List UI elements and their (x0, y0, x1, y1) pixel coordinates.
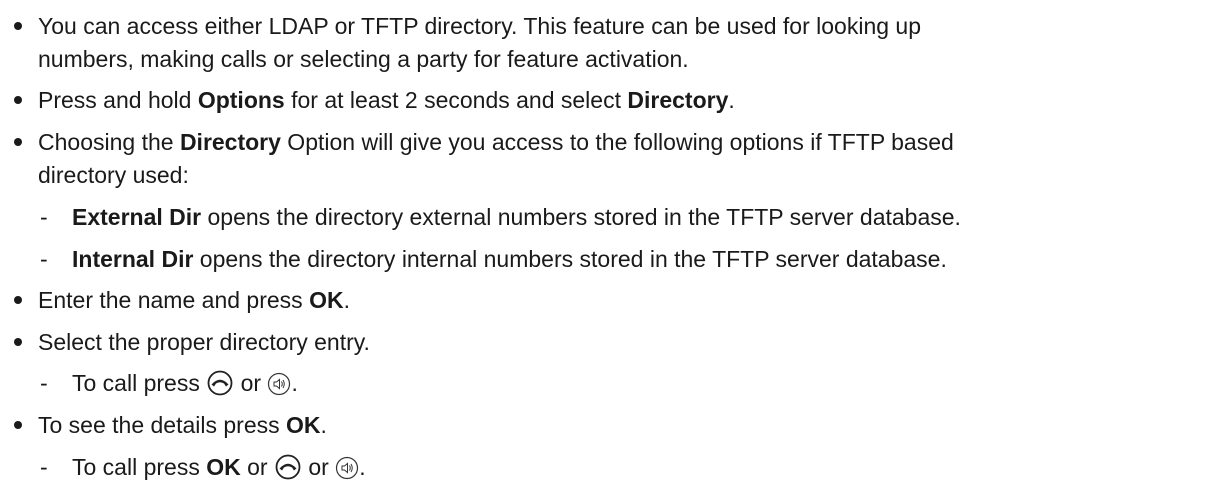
item-6-text: To see the details press (38, 412, 287, 438)
ok-key-label: OK (309, 287, 344, 313)
external-dir-text: opens the directory external numbers sto… (201, 204, 961, 230)
sub-item-call-ok: To call press OK or or . (72, 453, 366, 486)
ok-key-label: OK (206, 454, 241, 480)
or-text: or (240, 454, 274, 480)
item-5-line: Select the proper directory entry. (38, 328, 370, 356)
item-2-period: . (728, 87, 735, 113)
sub-period: . (359, 454, 366, 480)
item-3-line-2: directory used: (38, 161, 189, 189)
item-4-text: Enter the name and press (38, 287, 310, 313)
external-dir-label: External Dir (72, 204, 202, 230)
ok-key-label: OK (286, 412, 321, 438)
handset-offhook-icon (274, 454, 302, 486)
bullet (14, 138, 22, 146)
item-2-text-mid: for at least 2 seconds and select (284, 87, 628, 113)
bullet (14, 296, 22, 304)
item-1-line-2: numbers, making calls or selecting a par… (38, 45, 689, 73)
sub-item-internal-dir: Internal Dir opens the directory interna… (72, 245, 947, 273)
item-3-text-cont: Option will give you access to the follo… (280, 129, 954, 155)
bullet (14, 96, 22, 104)
item-5-text: Select the proper directory entry. (38, 329, 370, 355)
sub-item-external-dir: External Dir opens the directory externa… (72, 203, 961, 231)
item-4-line: Enter the name and press OK. (38, 286, 350, 314)
item-6-line: To see the details press OK. (38, 411, 327, 439)
item-6-period: . (320, 412, 327, 438)
handset-offhook-icon (206, 370, 234, 402)
sub-dash: - (40, 246, 48, 272)
bullet (14, 22, 22, 30)
sub-dash: - (40, 370, 48, 396)
directory-option-label: Directory (179, 129, 281, 155)
call-text: To call press (72, 370, 207, 396)
options-key-label: Options (197, 87, 285, 113)
call-text: To call press (72, 454, 207, 480)
item-4-period: . (343, 287, 350, 313)
or-text: or (234, 370, 268, 396)
directory-option-label: Directory (627, 87, 729, 113)
item-3-line-1: Choosing the Directory Option will give … (38, 128, 954, 156)
sub-period: . (291, 370, 298, 396)
item-2-line: Press and hold Options for at least 2 se… (38, 86, 735, 114)
internal-dir-text: opens the directory internal numbers sto… (193, 246, 947, 272)
speaker-icon (267, 372, 291, 402)
speaker-icon (335, 456, 359, 486)
or-text: or (301, 454, 336, 480)
sub-dash: - (40, 204, 48, 230)
item-1-text-cont: numbers, making calls or selecting a par… (38, 46, 689, 72)
item-2-text: Press and hold (38, 87, 198, 113)
sub-item-call: To call press or . (72, 369, 298, 402)
bullet (14, 421, 22, 429)
bullet (14, 338, 22, 346)
sub-dash: - (40, 454, 48, 480)
item-1-text: You can access either LDAP or TFTP direc… (38, 13, 922, 39)
item-3-text: Choosing the (38, 129, 180, 155)
instruction-list: You can access either LDAP or TFTP direc… (0, 0, 1211, 492)
item-3-text-end: directory used: (38, 162, 189, 188)
internal-dir-label: Internal Dir (72, 246, 194, 272)
item-1-line-1: You can access either LDAP or TFTP direc… (38, 12, 921, 40)
